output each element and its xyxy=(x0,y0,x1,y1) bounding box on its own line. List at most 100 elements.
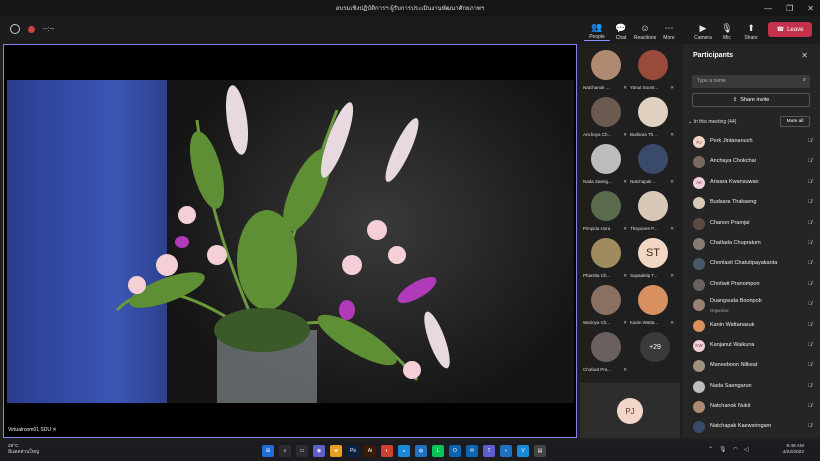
participant-row[interactable]: Budsara Thakaeng 🎙̸ xyxy=(683,193,820,213)
taskbar-app-icon[interactable]: ▭ xyxy=(296,445,308,457)
more-participants-button[interactable]: +29 xyxy=(640,332,670,362)
people-button[interactable]: 👥 People xyxy=(584,19,610,41)
mic-muted-icon[interactable]: 🎙̸ xyxy=(808,220,812,226)
participant-row[interactable]: Nada Saengarun 🎙̸ xyxy=(683,377,820,397)
participant-row[interactable]: Anchaya Chokchai 🎙̸ xyxy=(683,152,820,172)
mic-muted-icon[interactable]: 🎙̸ xyxy=(808,423,812,429)
mic-muted-icon[interactable]: 🎙̸ xyxy=(808,199,812,205)
chevron-up-icon[interactable]: ⌃ xyxy=(708,446,713,453)
flower-arrangement-image xyxy=(115,85,450,403)
participant-row[interactable]: Maneeboon Nilkeat 🎙̸ xyxy=(683,356,820,376)
mic-muted-icon[interactable]: 🎙̸ xyxy=(808,322,812,328)
participant-avatar xyxy=(591,50,621,80)
participant-row[interactable]: Kanin Wattanasuk 🎙̸ xyxy=(683,316,820,336)
participant-tile[interactable]: Yanut Soont... ✕ xyxy=(630,48,676,94)
taskbar-app-icon[interactable]: ◒ xyxy=(398,445,410,457)
participant-row[interactable]: Chatlada Chupratum 🎙̸ xyxy=(683,234,820,254)
more-icon: ⋯ xyxy=(664,23,674,33)
participant-tile[interactable]: ST Supadetip T... ✕ xyxy=(630,236,676,282)
participant-avatar xyxy=(591,238,621,268)
clock[interactable]: 9:49 AM 4/22/2022 xyxy=(783,444,804,456)
participant-tile[interactable]: Thayanee P... ✕ xyxy=(630,189,676,235)
taskbar-app-icon[interactable]: ◗ xyxy=(500,445,512,457)
mic-muted-icon[interactable]: 🎙̸ xyxy=(808,342,812,348)
participant-row[interactable]: Chonlasit Chatutipayakanta 🎙̸ xyxy=(683,254,820,274)
participant-tile-name: Kanin Watta... xyxy=(630,320,659,325)
avatar: PJ xyxy=(693,136,705,148)
participant-tile[interactable]: Kanin Watta... ✕ xyxy=(630,283,676,329)
participant-tile[interactable]: Pimpida Hora ✕ xyxy=(583,189,629,235)
mute-all-button[interactable]: Mute all xyxy=(780,116,810,127)
wifi-icon[interactable]: ◠ xyxy=(733,446,738,453)
self-preview-tile[interactable]: PJ xyxy=(580,383,680,438)
taskbar-app-icon[interactable]: ⊞ xyxy=(262,445,274,457)
weather-widget[interactable]: 29°C มีแดดส่วนใหญ่ xyxy=(8,444,39,456)
participant-tile[interactable]: Natchapak ... ✕ xyxy=(630,142,676,188)
participant-row[interactable]: Natchanok Nukit 🎙̸ xyxy=(683,397,820,417)
taskbar-app-icon[interactable]: ◉ xyxy=(313,445,325,457)
avatar xyxy=(693,401,705,414)
participant-tile[interactable]: Chotiwit Pra... ✕ xyxy=(583,330,629,376)
taskbar-app-icon[interactable]: ◍ xyxy=(415,445,427,457)
mic-muted-icon[interactable]: 🎙̸ xyxy=(808,138,812,144)
mic-muted-icon[interactable]: 🎙̸ xyxy=(808,240,812,246)
participant-search-input[interactable]: Type a name ⌕ xyxy=(692,75,810,88)
share-button[interactable]: ⬆ Share xyxy=(738,19,764,41)
taskbar-app-icon[interactable]: V xyxy=(517,445,529,457)
participant-row[interactable]: Chotiwit Pranompon 🎙̸ xyxy=(683,275,820,295)
mic-tray-icon[interactable]: 🎙 xyxy=(719,446,727,453)
participant-tile[interactable]: Anchaya Ch... ✕ xyxy=(583,95,629,141)
taskbar-app-icon[interactable]: ⌕ xyxy=(279,445,291,457)
avatar: AK xyxy=(693,176,705,189)
participant-row[interactable]: KW Kanjanut Waikuna 🎙̸ xyxy=(683,336,820,356)
more-button[interactable]: ⋯ More xyxy=(656,19,682,41)
taskbar-app-icon[interactable]: T xyxy=(483,445,495,457)
mic-muted-icon[interactable]: 🎙̸ xyxy=(808,362,812,368)
participant-tile[interactable]: Budsara Th... ✕ xyxy=(630,95,676,141)
maximize-button[interactable]: ❐ xyxy=(786,4,793,13)
main-video-stage[interactable]: Virtualroom01 SDU ✕ xyxy=(3,44,577,438)
leave-button[interactable]: ☎ Leave xyxy=(768,22,812,37)
participant-tile[interactable]: Natchanok ... ✕ xyxy=(583,48,629,94)
participant-row[interactable]: AK Arisara Kwansuwan 🎙̸ xyxy=(683,173,820,193)
taskbar-app-icon[interactable]: ▤ xyxy=(534,445,546,457)
mic-muted-icon[interactable]: 🎙̸ xyxy=(808,158,812,164)
participant-tile[interactable]: Nada Saeng... ✕ xyxy=(583,142,629,188)
participant-row[interactable]: PJ Perk Jintananuch 🎙̸ xyxy=(683,132,820,152)
taskbar-app-icon[interactable]: L xyxy=(432,445,444,457)
participant-tile[interactable]: Phanitta Ch... ✕ xyxy=(583,236,629,282)
participant-avatar xyxy=(638,285,668,315)
mic-muted-icon[interactable]: 🎙̸ xyxy=(808,403,812,409)
participant-row[interactable]: Natchapak Kaewsringam 🎙̸ xyxy=(683,417,820,437)
participant-tile-name: Budsara Th... xyxy=(630,132,657,137)
chat-button[interactable]: 💬 Chat xyxy=(608,19,634,41)
participant-name: Chonlasit Chatutipayakanta xyxy=(710,260,778,267)
taskbar-app-icon[interactable]: Ai xyxy=(364,445,376,457)
shield-icon[interactable] xyxy=(10,24,20,34)
close-icon[interactable]: ✕ xyxy=(801,51,808,60)
mic-muted-icon[interactable]: 🎙̸ xyxy=(808,260,812,266)
taskbar-app-icon[interactable]: ✉ xyxy=(466,445,478,457)
in-meeting-header[interactable]: ⌄ In this meeting (44) xyxy=(688,119,736,125)
taskbar-app-icon[interactable]: O xyxy=(449,445,461,457)
mic-muted-icon[interactable]: 🎙̸ xyxy=(808,281,812,287)
share-invite-button[interactable]: ⇪ Share invite xyxy=(692,93,810,107)
mic-off-icon: ✕ xyxy=(52,427,57,433)
minimize-button[interactable]: — xyxy=(764,4,772,13)
participant-row[interactable]: Chanon Pramjai 🎙̸ xyxy=(683,214,820,234)
participant-tile[interactable]: Warinya Ch... ✕ xyxy=(583,283,629,329)
mic-muted-icon[interactable]: 🎙̸ xyxy=(808,179,812,185)
taskbar-app-icon[interactable]: ▰ xyxy=(330,445,342,457)
camera-button[interactable]: ▶ Camera xyxy=(690,19,716,41)
mic-button[interactable]: 🎙 Mic xyxy=(714,19,740,41)
mic-muted-icon[interactable]: 🎙̸ xyxy=(808,383,812,389)
close-window-button[interactable]: ✕ xyxy=(807,4,814,13)
reactions-button[interactable]: ☺ Reactions xyxy=(632,19,658,41)
mic-muted-icon[interactable]: 🎙̸ xyxy=(808,301,812,307)
mic-off-icon: ✕ xyxy=(670,273,674,278)
taskbar-app-icon[interactable]: ◐ xyxy=(381,445,393,457)
mic-off-icon: ✕ xyxy=(670,226,674,231)
taskbar-app-icon[interactable]: Ps xyxy=(347,445,359,457)
participant-row[interactable]: Duangsuda Boonpob Organizer 🎙̸ xyxy=(683,295,820,315)
volume-icon[interactable]: ◁ xyxy=(744,446,749,453)
